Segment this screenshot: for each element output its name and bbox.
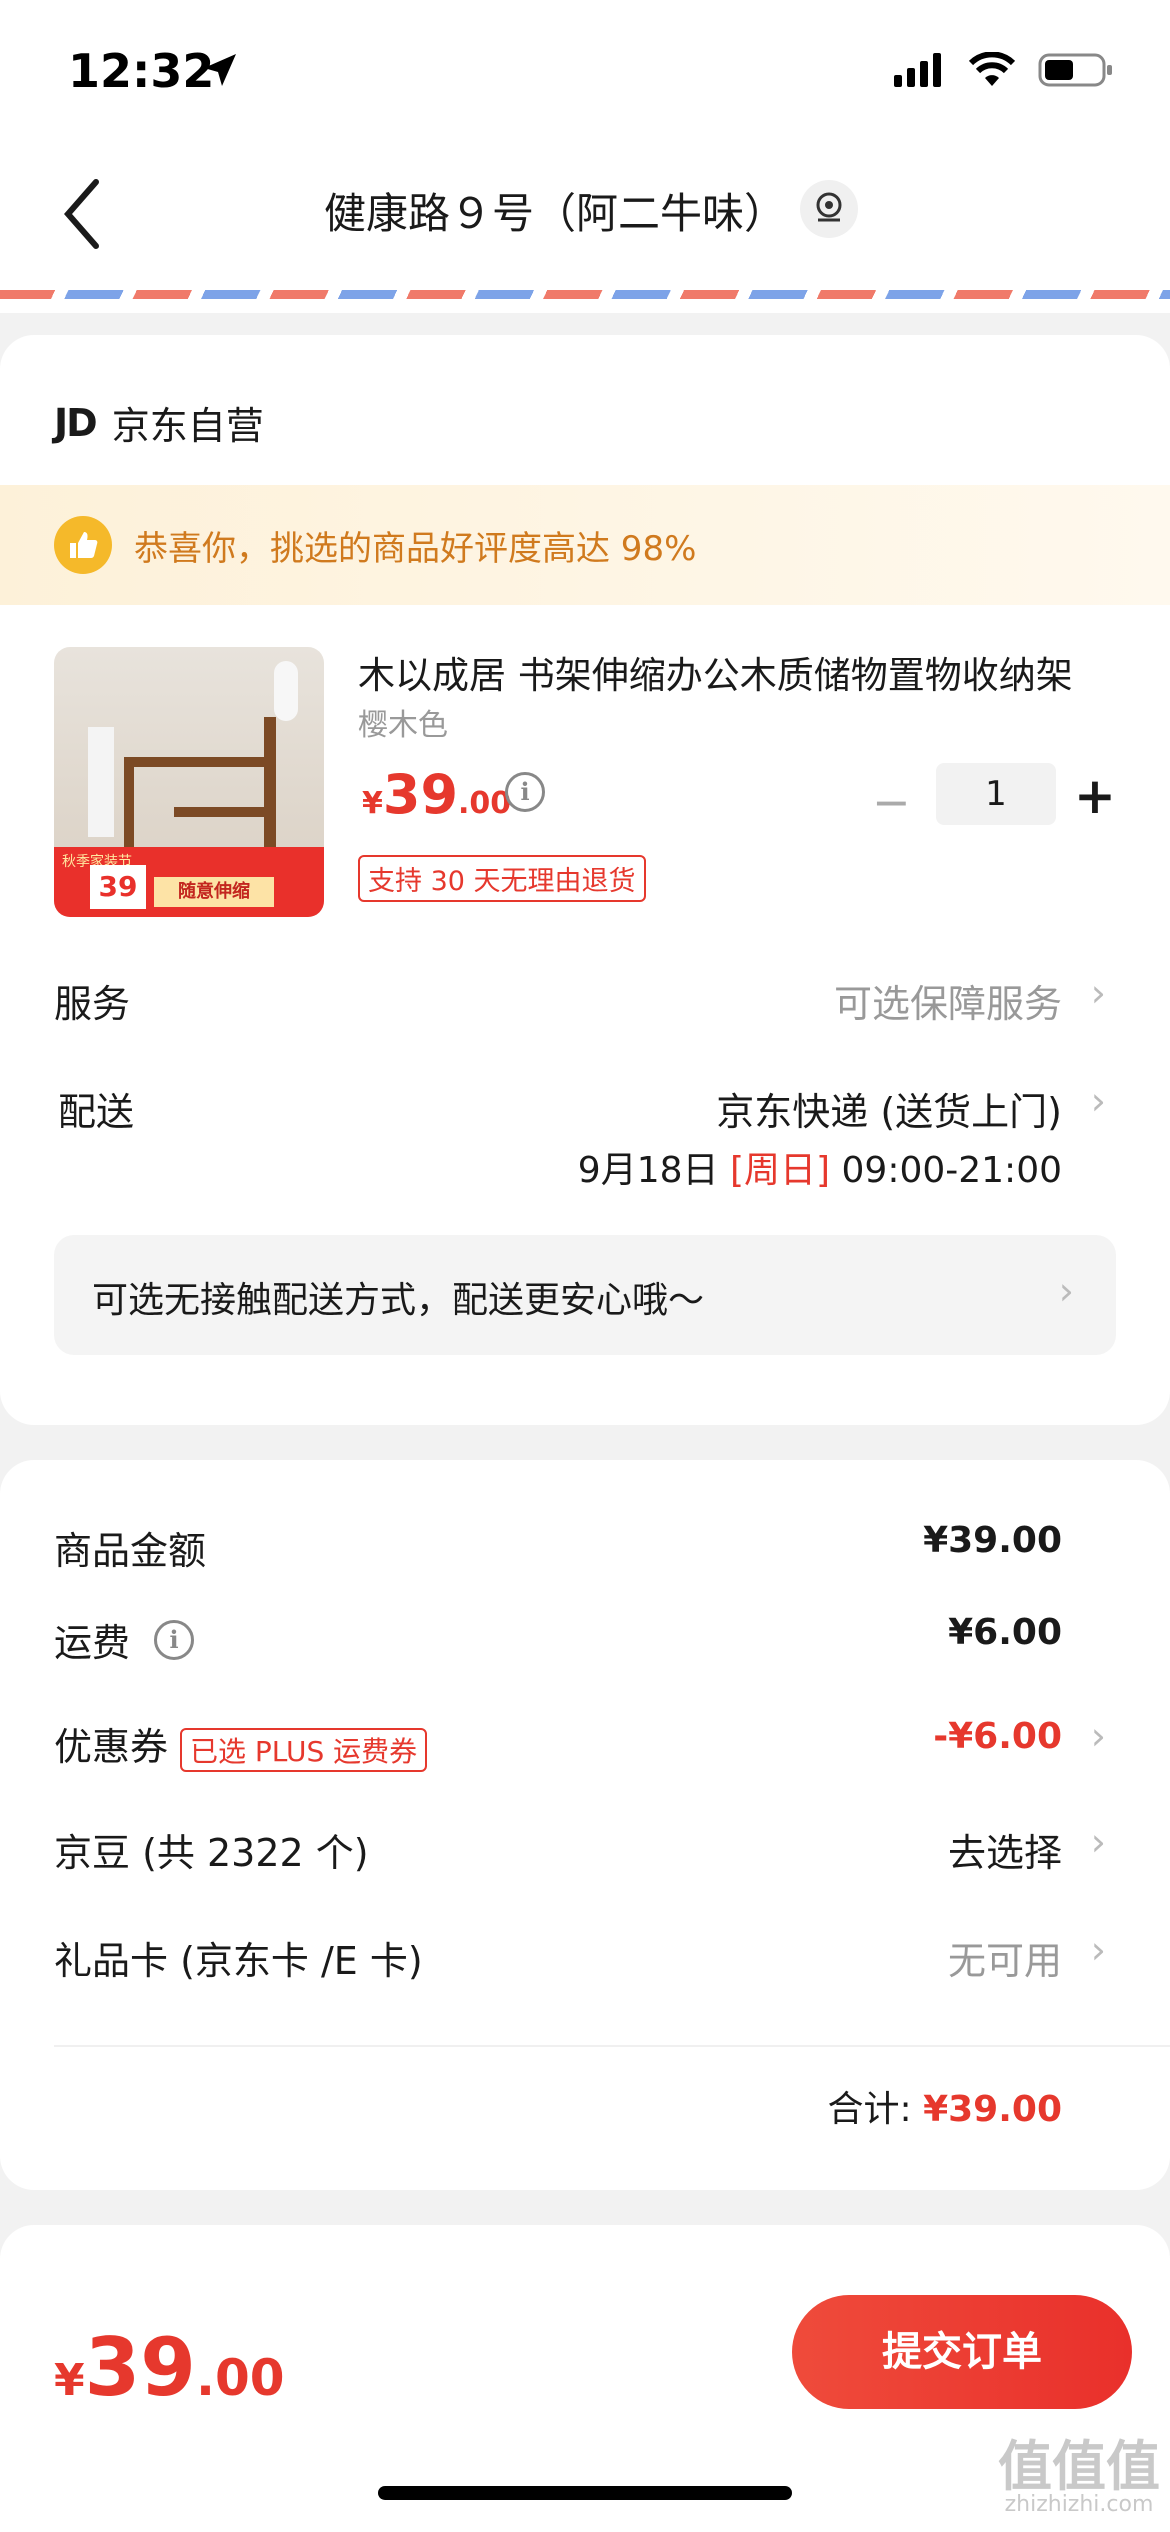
home-indicator[interactable]: [378, 2486, 792, 2500]
delivery-weekday: [周日]: [729, 1150, 831, 1191]
goods-amount-label: 商品金额: [54, 1529, 207, 1573]
nav-bar: 健康路９号（阿二牛味）: [0, 140, 1170, 290]
status-icons: [894, 52, 1114, 88]
divider: [54, 2045, 1170, 2047]
quantity-minus-button[interactable]: −: [872, 775, 911, 829]
praise-banner: 恭喜你，挑选的商品好评度高达 98%: [0, 485, 1170, 605]
chevron-right-icon: ›: [1058, 1269, 1074, 1313]
quantity-plus-button[interactable]: +: [1074, 767, 1116, 825]
product-price: ¥39.00: [362, 763, 512, 826]
coupon-label: 优惠券: [54, 1725, 169, 1769]
delivery-method[interactable]: 京东快递 (送货上门): [716, 1081, 1062, 1136]
chevron-right-icon[interactable]: ›: [1091, 1928, 1106, 1972]
thumbs-up-icon: [54, 516, 112, 574]
info-icon[interactable]: i: [154, 1620, 194, 1660]
total-row: 合计: ¥39.00: [827, 2080, 1062, 2132]
product-image[interactable]: 秋季家装节 39 随意伸缩: [54, 647, 324, 917]
address-title[interactable]: 健康路９号（阿二牛味）: [324, 180, 846, 241]
image-promo-price: 39: [90, 865, 146, 909]
delivery-label: 配送: [58, 1090, 135, 1134]
delivery-time: 09:00-21:00: [841, 1150, 1062, 1191]
image-promo-tag: 随意伸缩: [154, 877, 274, 907]
location-arrow-icon: [200, 50, 240, 94]
product-variant: 樱木色: [358, 708, 448, 743]
return-policy-tag: 支持 30 天无理由退货: [358, 855, 646, 902]
chevron-right-icon[interactable]: ›: [1091, 1079, 1106, 1123]
total-label: 合计:: [827, 2089, 912, 2130]
battery-icon: [1038, 53, 1112, 87]
info-icon[interactable]: i: [505, 772, 545, 812]
watermark: 值值值 zhizhizhi.com: [998, 2435, 1160, 2517]
price-summary-card: 商品金额 ¥39.00 运费 i ¥6.00 优惠券 已选 PLUS 运费券 -¥…: [0, 1460, 1170, 2190]
coupon-row: 优惠券 已选 PLUS 运费券: [54, 1716, 428, 1772]
shop-header: JD 京东自营: [54, 395, 264, 450]
airmail-border: [0, 290, 1170, 299]
status-bar: 12:32: [0, 0, 1170, 140]
quantity-input[interactable]: 1: [936, 763, 1056, 825]
total-value: ¥39.00: [923, 2089, 1062, 2130]
service-value[interactable]: 可选保障服务: [834, 973, 1062, 1028]
giftcard-label: 礼品卡 (京东卡 /E 卡): [54, 1939, 423, 1983]
wifi-icon: [968, 52, 1016, 86]
signal-icon: [894, 53, 941, 87]
praise-text: 恭喜你，挑选的商品好评度高达 98%: [134, 528, 697, 569]
shipping-value: ¥6.00: [948, 1612, 1062, 1653]
goods-amount-value: ¥39.00: [923, 1520, 1062, 1561]
coupon-tag: 已选 PLUS 运费券: [180, 1727, 428, 1772]
location-pin-icon[interactable]: [800, 180, 858, 238]
jingdou-value[interactable]: 去选择: [948, 1822, 1062, 1877]
service-label: 服务: [54, 982, 131, 1026]
shipping-label: 运费: [54, 1621, 131, 1665]
image-promo-strip: 秋季家装节 39 随意伸缩: [54, 847, 324, 917]
shop-name: 京东自营: [111, 404, 264, 448]
chevron-right-icon[interactable]: ›: [1091, 1820, 1106, 1864]
contactless-text: 可选无接触配送方式，配送更安心哦～: [92, 1280, 705, 1321]
status-time: 12:32: [68, 44, 215, 98]
footer-price: ¥39.00: [54, 2321, 285, 2414]
chevron-right-icon[interactable]: ›: [1091, 971, 1106, 1015]
submit-order-button[interactable]: 提交订单: [792, 2295, 1132, 2409]
product-title[interactable]: 木以成居 书架伸缩办公木质储物置物收纳架: [358, 645, 1088, 699]
chevron-right-icon[interactable]: ›: [1091, 1714, 1106, 1758]
coupon-value[interactable]: -¥6.00: [933, 1716, 1062, 1757]
delivery-date: 9月18日: [577, 1150, 719, 1191]
jd-logo: JD: [54, 400, 98, 445]
jingdou-label: 京豆 (共 2322 个): [54, 1831, 369, 1875]
giftcard-value[interactable]: 无可用: [948, 1930, 1062, 1985]
contactless-delivery-row[interactable]: 可选无接触配送方式，配送更安心哦～ ›: [54, 1235, 1116, 1355]
delivery-schedule[interactable]: 9月18日 [周日] 09:00-21:00: [578, 1141, 1062, 1193]
order-card: JD 京东自营 恭喜你，挑选的商品好评度高达 98% 秋季家装节 39 随意伸缩…: [0, 335, 1170, 1425]
